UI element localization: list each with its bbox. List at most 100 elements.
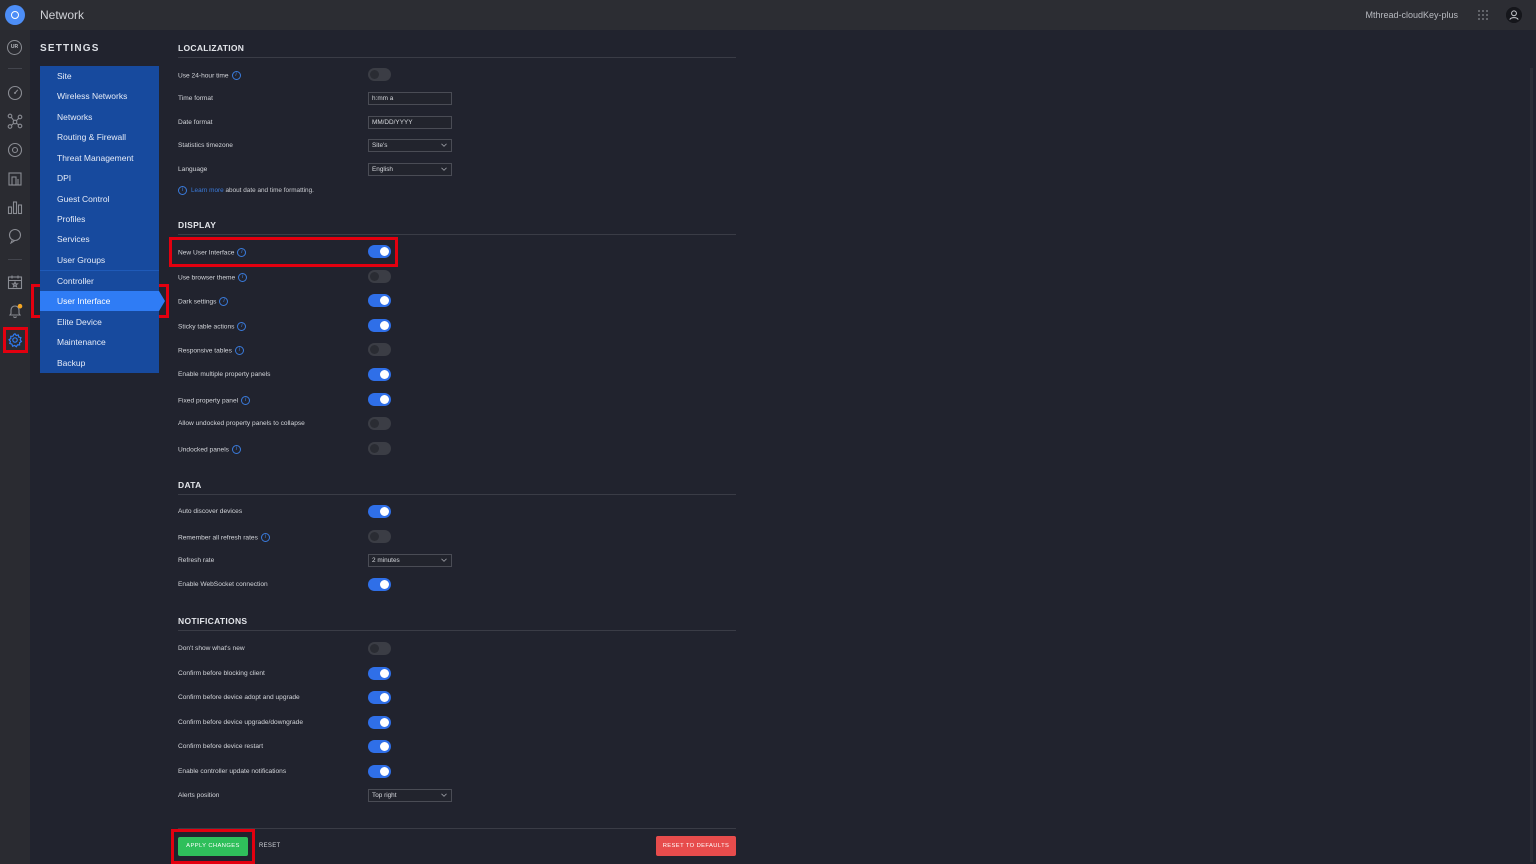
scrollbar[interactable] [1530,68,1533,862]
use-24h-toggle[interactable] [368,68,391,81]
ur-badge-icon[interactable]: UR [7,40,22,55]
nav-user-groups[interactable]: User Groups [40,250,159,270]
highlight-settings-gear [3,327,28,353]
notification-row-label: Confirm before device adopt and upgrade [178,694,300,701]
notification-toggle[interactable] [368,765,391,778]
info-icon[interactable]: i [234,346,244,355]
info-icon[interactable]: i [260,533,270,542]
devices-icon[interactable] [7,142,23,158]
display-row-label: Dark settings i [178,297,229,306]
section-display-title: DISPLAY [178,220,217,230]
app-title: Network [40,8,85,22]
nav-user-interface[interactable]: User Interface [40,291,165,311]
display-toggle[interactable] [368,343,391,356]
chevron-down-icon [441,793,447,797]
info-icon[interactable]: i [237,322,247,331]
nav-profiles[interactable]: Profiles [40,209,159,229]
display-row-label: Use browser theme i [178,273,248,282]
refresh-rate-select[interactable]: 2 minutes [368,554,452,567]
nav-controller[interactable]: Controller [40,271,159,291]
nav-routing-firewall[interactable]: Routing & Firewall [40,127,159,147]
settings-heading: SETTINGS [40,43,100,54]
auto-discover-toggle[interactable] [368,505,391,518]
info-icon: i [178,186,187,195]
alerts-bell-icon[interactable] [7,303,23,319]
section-divider [178,57,736,58]
reset-button[interactable]: RESET [259,843,281,849]
language-label: Language [178,166,208,173]
remember-refresh-toggle[interactable] [368,530,391,543]
nav-maintenance[interactable]: Maintenance [40,332,159,352]
display-toggle[interactable] [368,245,391,258]
section-data-title: DATA [178,480,202,490]
stats-timezone-select[interactable]: Site's [368,139,452,152]
user-avatar-icon[interactable] [1506,7,1522,23]
ubiquiti-logo-icon[interactable] [5,5,25,25]
notification-toggle[interactable] [368,642,391,655]
nav-dpi[interactable]: DPI [40,168,159,188]
alerts-position-select[interactable]: Top right [368,789,452,802]
topology-icon[interactable] [7,113,23,129]
notification-toggle[interactable] [368,716,391,729]
nav-guest-control[interactable]: Guest Control [40,189,159,209]
insights-icon[interactable] [7,228,23,244]
info-icon[interactable]: i [238,273,248,282]
time-format-input[interactable]: h:mm a [368,92,452,105]
display-row-label: Sticky table actions i [178,322,247,331]
dashboard-icon[interactable] [7,85,23,101]
language-select[interactable]: English [368,163,452,176]
time-format-label: Time format [178,95,213,102]
nav-elite-device[interactable]: Elite Device [40,312,159,332]
chevron-down-icon [441,143,447,147]
nav-wireless-networks[interactable]: Wireless Networks [40,86,159,106]
alerts-position-label: Alerts position [178,792,220,799]
notification-row-label: Don't show what's new [178,645,245,652]
info-icon[interactable]: i [237,248,247,257]
nav-backup[interactable]: Backup [40,353,159,373]
events-calendar-icon[interactable] [7,274,23,290]
websocket-toggle[interactable] [368,578,391,591]
display-toggle[interactable] [368,368,391,381]
display-row-label: Fixed property panel i [178,396,251,405]
remember-refresh-label: Remember all refresh rates i [178,533,270,542]
nav-site[interactable]: Site [40,66,159,86]
display-toggle[interactable] [368,294,391,307]
notification-row-label: Confirm before device upgrade/downgrade [178,719,303,726]
notification-row-label: Confirm before device restart [178,743,264,750]
controller-name[interactable]: Mthread-cloudKey-plus [1365,10,1458,20]
display-toggle[interactable] [368,270,391,283]
section-notifications-title: NOTIFICATIONS [178,616,248,626]
display-toggle[interactable] [368,393,391,406]
chevron-down-icon [441,167,447,171]
notification-toggle[interactable] [368,691,391,704]
display-row-label: Allow undocked property panels to collap… [178,420,305,427]
info-icon[interactable]: i [219,297,229,306]
display-toggle[interactable] [368,442,391,455]
apps-grid-icon[interactable] [1477,9,1489,21]
refresh-rate-label: Refresh rate [178,557,215,564]
clients-icon[interactable] [7,171,23,187]
websocket-label: Enable WebSocket connection [178,581,268,588]
nav-services[interactable]: Services [40,229,159,249]
display-row-label: Responsive tables i [178,346,244,355]
nav-threat-management[interactable]: Threat Management [40,148,159,168]
info-icon[interactable]: i [231,71,241,80]
nav-networks[interactable]: Networks [40,107,159,127]
reset-to-defaults-button[interactable]: RESET TO DEFAULTS [656,836,736,856]
apply-changes-button[interactable]: APPLY CHANGES [178,837,248,856]
statistics-icon[interactable] [7,199,23,215]
date-format-input[interactable]: MM/DD/YYYY [368,116,452,129]
info-icon[interactable]: i [231,445,241,454]
info-icon[interactable]: i [241,396,251,405]
rail-divider [8,68,22,69]
date-format-label: Date format [178,119,213,126]
notification-row-label: Confirm before blocking client [178,670,265,677]
stats-timezone-label: Statistics timezone [178,142,233,149]
rail-divider [8,259,22,260]
notification-toggle[interactable] [368,667,391,680]
learn-more-link[interactable]: Learn more [191,187,224,194]
display-toggle[interactable] [368,319,391,332]
notification-toggle[interactable] [368,740,391,753]
use-24h-label: Use 24-hour time i [178,71,241,80]
display-toggle[interactable] [368,417,391,430]
